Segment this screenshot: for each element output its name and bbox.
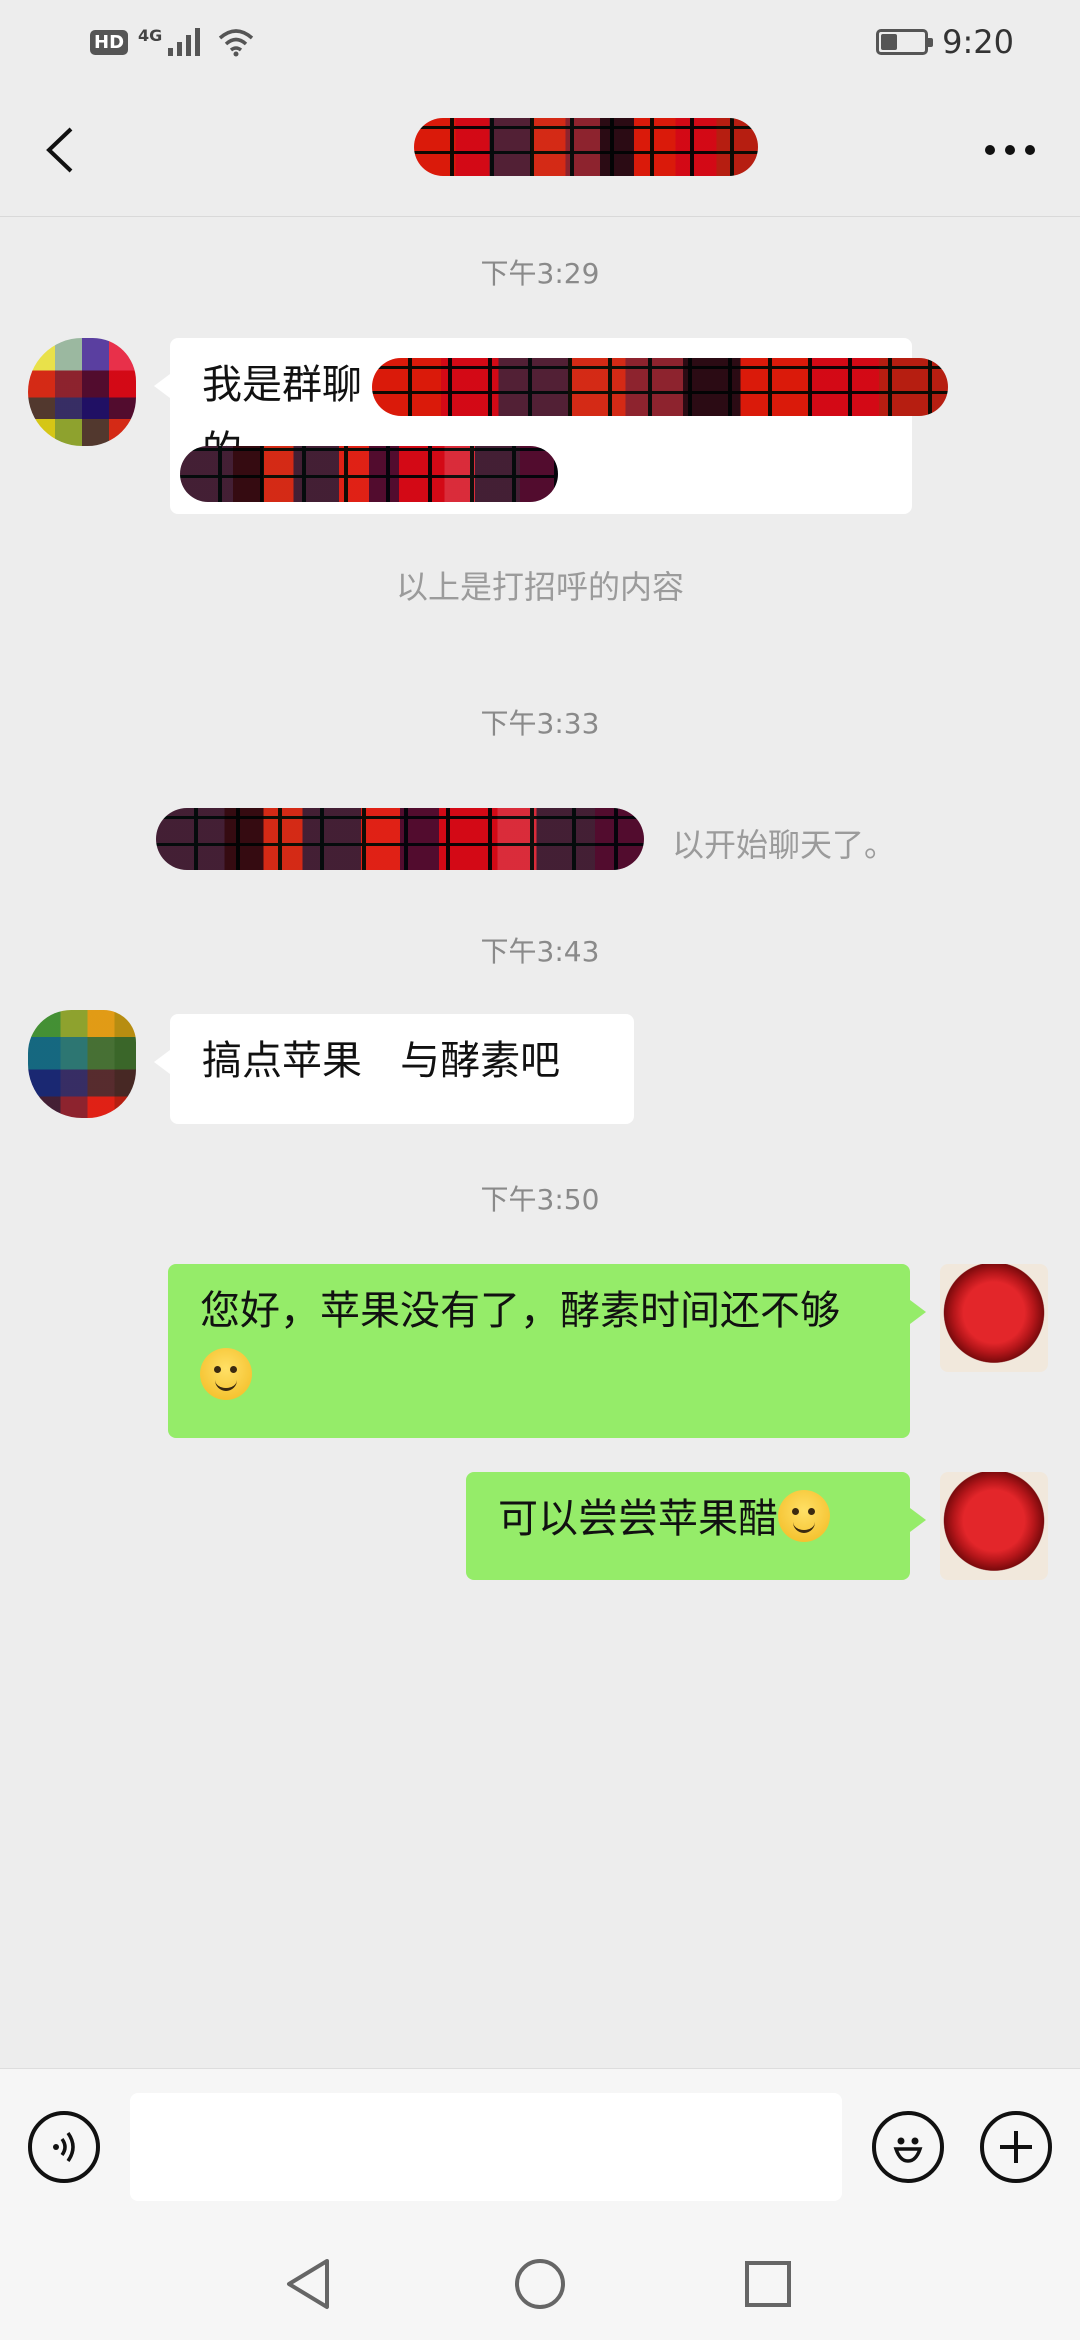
status-time: 9:20 [942,23,1014,61]
greeting-note: 以上是打招呼的内容 [395,568,684,606]
timestamp: 下午3:29 [480,257,600,290]
redacted-text [372,358,948,416]
network-type: 4G [138,25,163,45]
wifi-icon [219,29,254,57]
shy-smile-emoji [200,1348,252,1400]
status-indicators: HD 4G [90,22,256,62]
message-bubble[interactable]: 搞点苹果 与酵素吧 [154,1014,634,1124]
hd-badge: HD [90,29,129,55]
timestamp: 下午3:50 [480,1183,600,1216]
redacted-text [180,446,558,502]
message-text: 可以尝尝苹果醋 [498,1496,778,1542]
emoji-button[interactable] [872,2111,944,2183]
voice-button[interactable] [28,2111,100,2183]
message-text: 您好，苹果没有了，酵素时间还不够 [200,1288,840,1334]
signal-icon [168,28,201,56]
battery-icon [876,29,934,55]
redacted-text [156,808,644,870]
input-bar [0,2068,1080,2229]
timestamp: 下午3:33 [480,707,600,740]
message-bubble[interactable]: 我是群聊 的 [154,338,948,514]
my-avatar[interactable] [940,1472,1048,1580]
battery-level [881,34,898,50]
smile-emoji [778,1490,830,1542]
message-text: 搞点苹果 与酵素吧 [202,1038,561,1084]
message-bubble[interactable]: 您好，苹果没有了，酵素时间还不够 [168,1264,926,1438]
system-message-text: 以开始聊天了。 [671,826,896,864]
nav-home-button[interactable] [512,2256,568,2312]
message-bubble[interactable]: 可以尝尝苹果醋 [466,1472,926,1580]
message-text: 我是群聊 [202,362,362,408]
contact-avatar[interactable] [28,1010,136,1118]
system-nav-bar [0,2228,1080,2340]
redacted-chat-title [414,118,758,176]
chat-header [0,84,1080,217]
nav-recents-icon [745,2261,791,2307]
status-bar: HD 4G 9:20 [0,0,1080,84]
voice-icon [53,2131,75,2163]
plus-button[interactable] [980,2111,1052,2183]
nav-back-button[interactable] [280,2256,336,2312]
plus-icon [1000,2131,1032,2163]
more-dots-icon [985,145,1035,155]
status-right: 9:20 [876,20,1014,64]
nav-recents-button[interactable] [740,2256,796,2312]
back-button[interactable] [30,120,90,180]
timestamp: 下午3:43 [480,935,600,968]
chevron-left-icon [46,127,73,173]
message-input[interactable] [130,2093,842,2201]
emoji-icon [893,2137,923,2163]
nav-home-icon [515,2259,565,2309]
my-avatar[interactable] [940,1264,1048,1372]
contact-avatar[interactable] [28,338,136,446]
more-button[interactable] [970,120,1050,180]
nav-back-icon [287,2259,329,2309]
